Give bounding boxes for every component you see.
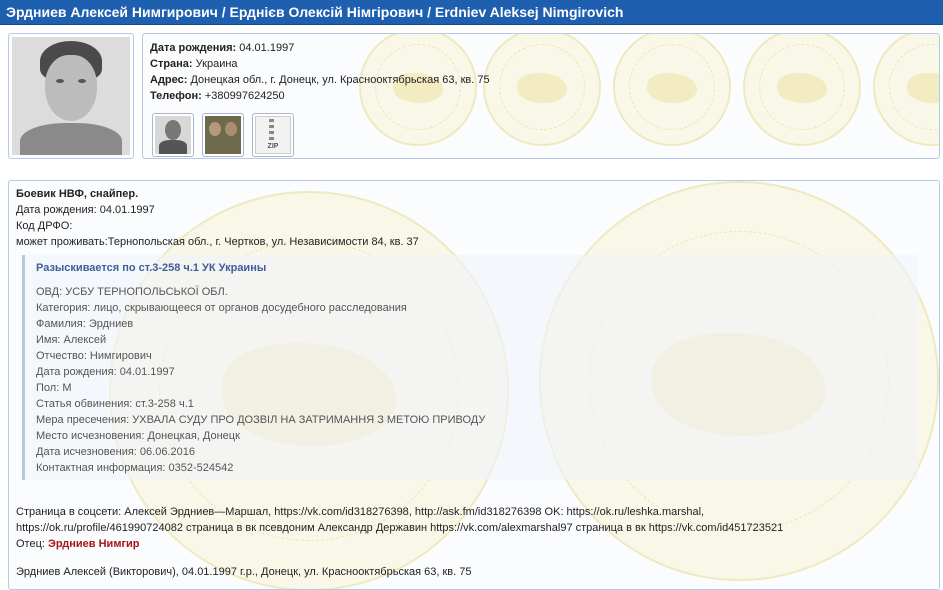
father-row: Отец: Эрдниев Нимгир — [16, 536, 932, 552]
wanted-row: Дата рождения: 04.01.1997 — [36, 366, 175, 378]
birth-date-label: Дата рождения: — [150, 42, 237, 54]
alias-line: Эрдниев Алексей (Викторович), 04.01.1997… — [16, 566, 472, 578]
father-label: Отец: — [16, 538, 45, 550]
wanted-row: Статья обвинения: ст.3-258 ч.1 — [36, 398, 194, 410]
phone-value: +380997624250 — [204, 90, 285, 102]
record-heading: Боевик НВФ, снайпер. — [16, 188, 139, 200]
social-line[interactable]: Страница в соцсети: Алексей Эрдниев—Марш… — [16, 504, 932, 520]
birth-date-line: Дата рождения: 04.01.1997 — [16, 204, 155, 216]
birth-date-row: Дата рождения: 04.01.1997 — [150, 40, 490, 56]
phone-row: Телефон: +380997624250 — [150, 88, 490, 104]
wanted-row: Контактная информация: 0352-524542 — [36, 462, 234, 474]
wanted-row: Отчество: Нимгирович — [36, 350, 152, 362]
photo-card — [8, 33, 134, 159]
wanted-title: Разыскивается по ст.3-258 ч.1 УК Украины — [36, 262, 267, 274]
drfo-line: Код ДРФО: — [16, 220, 73, 232]
address-value: Донецкая обл., г. Донецк, ул. Краснооктя… — [190, 74, 490, 86]
attachment-thumbnails: ZIP — [152, 113, 294, 157]
country-row: Страна: Украина — [150, 56, 490, 72]
address-row: Адрес: Донецкая обл., г. Донецк, ул. Кра… — [150, 72, 490, 88]
watermark-seal-icon — [873, 34, 939, 146]
wanted-row: Фамилия: Эрдниев — [36, 318, 134, 330]
birth-date-value: 04.01.1997 — [239, 42, 295, 54]
residence-line: может проживать:Тернопольская обл., г. Ч… — [16, 236, 419, 248]
wanted-notice: Разыскивается по ст.3-258 ч.1 УК Украины… — [22, 255, 918, 480]
wanted-row: Имя: Алексей — [36, 334, 107, 346]
wanted-row: ОВД: УСБУ ТЕРНОПОЛЬСЬКОЇ ОБЛ. — [36, 286, 228, 298]
watermark-seal-icon — [743, 34, 861, 146]
wanted-row: Категория: лицо, скрывающееся от органов… — [36, 302, 407, 314]
page-title: Эрдниев Алексей Нимгирович / Ерднієв Оле… — [0, 0, 943, 25]
details-card: Боевик НВФ, снайпер. Дата рождения: 04.0… — [8, 180, 940, 590]
wanted-row: Мера пресечения: УХВАЛА СУДУ ПРО ДОЗВІЛ … — [36, 414, 486, 426]
profile-photo[interactable] — [12, 37, 130, 155]
info-fields: Дата рождения: 04.01.1997 Страна: Украин… — [150, 40, 490, 104]
zip-label: ZIP — [267, 143, 279, 150]
father-name-link[interactable]: Эрдниев Нимгир — [48, 538, 140, 550]
social-line[interactable]: https://ok.ru/profile/461990724082 стран… — [16, 520, 932, 536]
watermark-seal-icon — [483, 34, 601, 146]
address-label: Адрес: — [150, 74, 188, 86]
country-label: Страна: — [150, 58, 193, 70]
wanted-row: Место исчезновения: Донецкая, Донецк — [36, 430, 240, 442]
thumbnail-photo-1[interactable] — [152, 113, 194, 157]
watermark-seal-icon — [613, 34, 731, 146]
thumbnail-photo-2[interactable] — [202, 113, 244, 157]
wanted-row: Дата исчезновения: 06.06.2016 — [36, 446, 195, 458]
zip-file-icon[interactable]: ZIP — [252, 113, 294, 157]
wanted-row: Пол: М — [36, 382, 72, 394]
country-value: Украина — [195, 58, 238, 70]
social-links[interactable]: Страница в соцсети: Алексей Эрдниев—Марш… — [16, 504, 932, 536]
info-card: Дата рождения: 04.01.1997 Страна: Украин… — [142, 33, 940, 159]
phone-label: Телефон: — [150, 90, 202, 102]
